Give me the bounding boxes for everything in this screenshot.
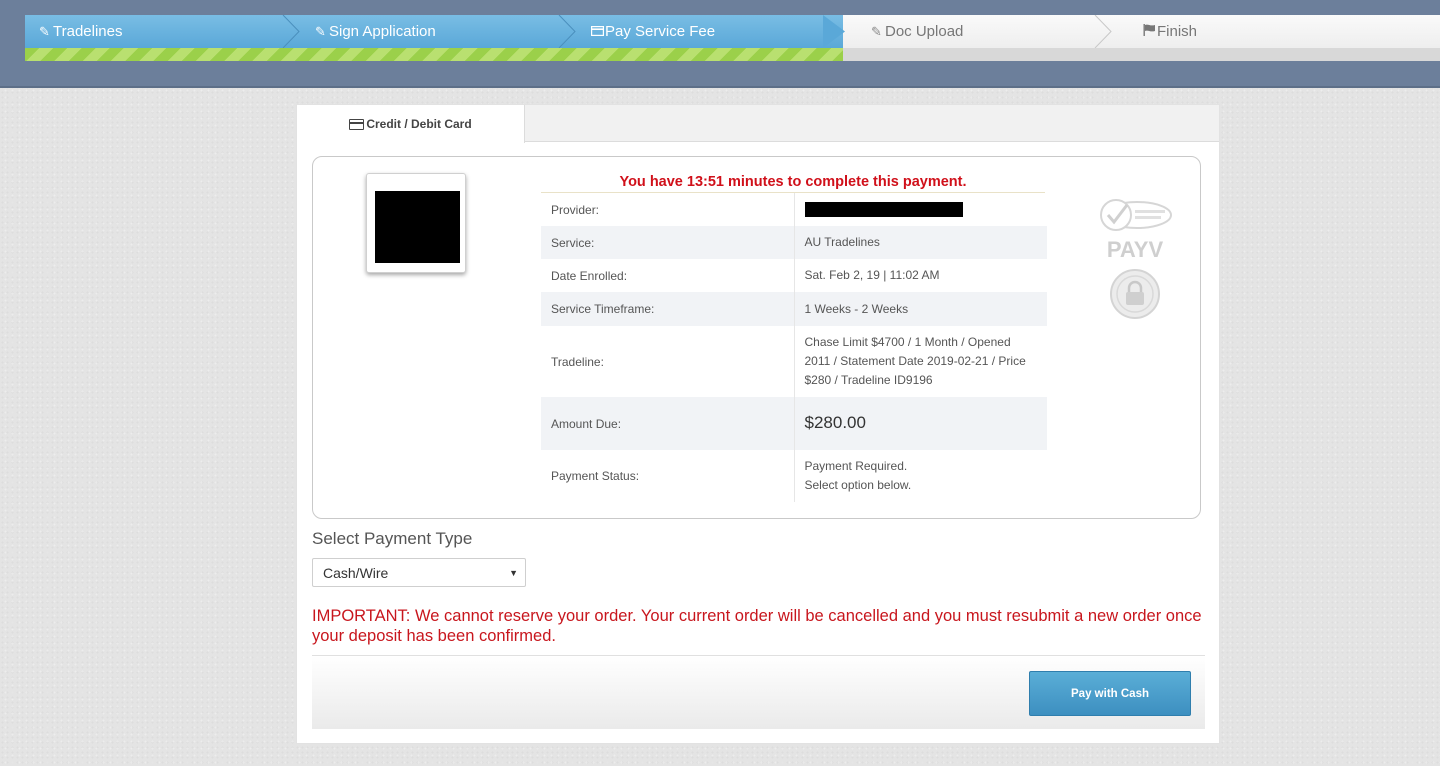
row-key: Date Enrolled: [541,259,795,292]
table-row: Service Timeframe: 1 Weeks - 2 Weeks [541,292,1047,326]
payment-panel: Credit / Debit Card You have 13:51 minut… [296,104,1220,744]
status-line: Select option below. [804,478,912,492]
pencil-icon: ✎ [39,23,50,39]
flag-icon [1143,24,1157,39]
chevron-right-icon [823,15,845,48]
row-key: Service: [541,226,795,259]
table-row: Service: AU Tradelines [541,226,1047,259]
step-doc-upload[interactable]: ✎ Doc Upload [843,15,1113,48]
pencil-icon: ✎ [871,23,882,39]
progress-fill [25,48,843,61]
payment-timer: You have 13:51 minutes to complete this … [619,174,967,190]
order-details-table: Provider: Service: AU Tradelines Date En… [541,193,1047,502]
wizard-steps: ✎ Tradelines ✎ Sign Application Pay Serv… [25,15,1440,48]
verified-seal-icon [1100,199,1172,231]
step-label: Sign Application [329,23,436,40]
chevron-right-icon [282,15,300,48]
step-label: Finish [1157,23,1198,40]
credit-card-icon [349,118,365,130]
order-summary-box: You have 13:51 minutes to complete this … [312,156,1201,519]
row-key: Amount Due: [541,397,795,450]
wizard-progress-bar [25,48,1440,61]
tab-label: Credit / Debit Card [366,117,472,131]
step-label: Pay Service Fee [605,23,716,40]
redacted-provider [804,202,963,218]
payment-type-select[interactable]: Cash/Wire ▼ [312,558,526,587]
payment-status-value: Payment Required. Select option below. [794,450,1047,502]
row-value: AU Tradelines [794,226,1047,259]
pay-with-cash-button[interactable]: Pay with Cash [1029,671,1191,716]
step-sign-application[interactable]: ✎ Sign Application [301,15,577,48]
table-row: Provider: [541,193,1047,226]
dropdown-arrow-icon: ▼ [509,568,518,578]
amount-due-value: $280.00 [794,397,1047,450]
wizard-header: ✎ Tradelines ✎ Sign Application Pay Serv… [0,0,1440,88]
payv-logo: PAYV [1107,237,1164,262]
row-value: 1 Weeks - 2 Weeks [794,292,1047,326]
chevron-right-icon [558,15,576,48]
tab-credit-debit-card[interactable]: Credit / Debit Card [297,105,525,143]
row-key: Tradeline: [541,326,795,397]
credit-card-icon [591,24,605,39]
step-label: Doc Upload [885,23,964,40]
step-label: Tradelines [53,23,123,40]
row-key: Provider: [541,193,795,226]
table-row: Tradeline: Chase Limit $4700 / 1 Month /… [541,326,1047,397]
step-finish[interactable]: Finish [1113,15,1440,48]
status-line: Payment Required. [804,459,908,473]
step-tradelines[interactable]: ✎ Tradelines [25,15,301,48]
payv-logo-text: PAYV [1107,237,1164,262]
chevron-right-icon [1094,15,1112,48]
amount-due: $280.00 [804,413,866,432]
table-row: Amount Due: $280.00 [541,397,1047,450]
security-seals: PAYV [1095,193,1175,321]
important-notice: IMPORTANT: We cannot reserve your order.… [312,607,1202,645]
selected-payment-type: Cash/Wire [323,565,389,581]
table-row: Payment Status: Payment Required. Select… [541,450,1047,502]
row-value: Chase Limit $4700 / 1 Month / Opened 201… [804,335,1026,387]
row-key: Payment Status: [541,450,795,502]
payment-tabs: Credit / Debit Card [297,105,1219,143]
provider-value [794,193,1047,226]
step-pay-service-fee[interactable]: Pay Service Fee [577,15,845,48]
row-value: Sat. Feb 2, 19 | 11:02 AM [804,268,940,282]
provider-logo [366,173,466,273]
row-key: Service Timeframe: [541,292,795,326]
redacted-logo [375,191,460,263]
security-lock-seal-icon [1110,269,1160,319]
table-row: Date Enrolled: Sat. Feb 2, 19 | 11:02 AM [541,259,1047,292]
panel-footer: Pay with Cash [312,655,1205,729]
payment-type-label: Select Payment Type [312,529,473,548]
pencil-icon: ✎ [315,23,326,39]
